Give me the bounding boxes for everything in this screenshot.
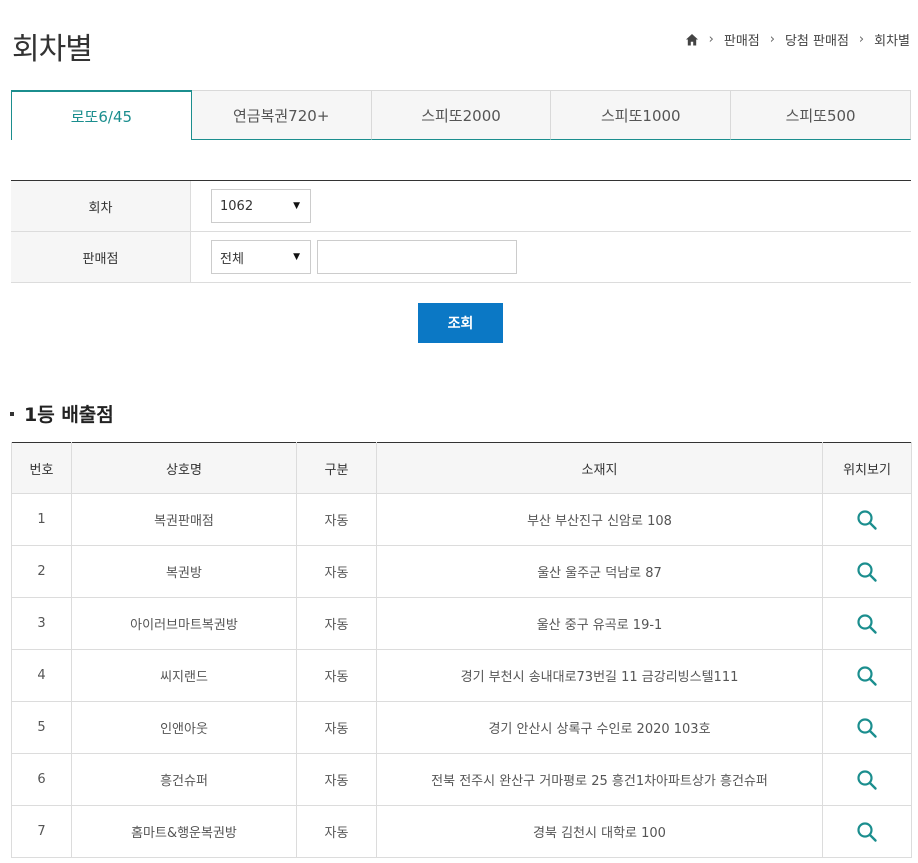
cell-type: 자동 <box>296 701 377 754</box>
cell-no: 5 <box>11 701 72 754</box>
table-row: 7 홈마트&행운복권방 자동 경북 김천시 대학로 100 <box>11 805 912 858</box>
breadcrumb-item[interactable]: 판매점 <box>724 30 760 49</box>
table-row: 2 복권방 자동 울산 울주군 덕남로 87 <box>11 545 912 598</box>
cell-address: 경기 안산시 상록구 수인로 2020 103호 <box>376 701 823 754</box>
cell-type: 자동 <box>296 805 377 858</box>
caret-down-icon: ▼ <box>293 201 300 211</box>
cell-address: 전북 전주시 완산구 거마평로 25 흥건1차아파트상가 흥건슈퍼 <box>376 753 823 806</box>
cell-no: 4 <box>11 649 72 702</box>
round-label: 회차 <box>11 181 191 231</box>
cell-type: 자동 <box>296 649 377 702</box>
search-icon[interactable] <box>856 717 878 739</box>
search-icon[interactable] <box>856 561 878 583</box>
cell-no: 7 <box>11 805 72 858</box>
store-filter-value: 전체 <box>220 251 244 267</box>
cell-type: 자동 <box>296 753 377 806</box>
store-name-input[interactable] <box>317 240 517 274</box>
cell-no: 1 <box>11 493 72 546</box>
tab-pension720[interactable]: 연금복권720+ <box>191 90 372 140</box>
bullet-icon <box>10 411 14 416</box>
cell-type: 자동 <box>296 545 377 598</box>
cell-address: 울산 중구 유곡로 19-1 <box>376 597 823 650</box>
cell-store-name: 홈마트&행운복권방 <box>71 805 297 858</box>
cell-address: 부산 부산진구 신암로 108 <box>376 493 823 546</box>
chevron-right-icon: › <box>769 32 775 47</box>
cell-type: 자동 <box>296 597 377 650</box>
section-title: 1등 배출점 <box>10 400 114 427</box>
table-row: 3 아이러브마트복권방 자동 울산 중구 유곡로 19-1 <box>11 597 912 650</box>
header-location: 위치보기 <box>822 442 912 494</box>
cell-location <box>822 597 912 650</box>
cell-store-name: 복권판매점 <box>71 493 297 546</box>
round-select[interactable]: 1062 ▼ <box>211 189 311 223</box>
table-row: 1 복권판매점 자동 부산 부산진구 신암로 108 <box>11 493 912 546</box>
search-icon[interactable] <box>856 821 878 843</box>
table-header-row: 번호 상호명 구분 소재지 위치보기 <box>11 442 912 494</box>
store-field: 전체 ▼ <box>191 232 911 282</box>
store-row: 판매점 전체 ▼ <box>11 232 911 283</box>
cell-address: 경북 김천시 대학로 100 <box>376 805 823 858</box>
cell-location <box>822 649 912 702</box>
cell-no: 2 <box>11 545 72 598</box>
winners-table: 번호 상호명 구분 소재지 위치보기 1 복권판매점 자동 부산 부산진구 신암로 1… <box>11 442 912 858</box>
header-store-name: 상호명 <box>71 442 297 494</box>
chevron-right-icon: › <box>858 32 865 47</box>
cell-location <box>822 753 912 806</box>
breadcrumb: › 판매점 › 당첨 판매점 › 회차별 <box>685 30 910 49</box>
tab-speetto1000[interactable]: 스피또1000 <box>551 90 732 140</box>
home-icon[interactable] <box>685 33 699 47</box>
cell-no: 6 <box>11 753 72 806</box>
caret-down-icon: ▼ <box>293 252 300 262</box>
header-type: 구분 <box>296 442 377 494</box>
header-address: 소재지 <box>376 442 823 494</box>
cell-address: 울산 울주군 덕남로 87 <box>376 545 823 598</box>
search-icon[interactable] <box>856 769 878 791</box>
cell-location <box>822 701 912 754</box>
table-row: 5 인앤아웃 자동 경기 안산시 상록구 수인로 2020 103호 <box>11 701 912 754</box>
cell-type: 자동 <box>296 493 377 546</box>
cell-location <box>822 545 912 598</box>
cell-store-name: 복권방 <box>71 545 297 598</box>
table-row: 6 흥건슈퍼 자동 전북 전주시 완산구 거마평로 25 흥건1차아파트상가 흥건슈퍼 <box>11 753 912 806</box>
search-icon[interactable] <box>856 665 878 687</box>
section-title-text: 1등 배출점 <box>24 404 114 426</box>
page-title: 회차별 <box>12 32 93 67</box>
search-form: 회차 1062 ▼ 판매점 전체 ▼ <box>11 180 911 283</box>
tab-speetto500[interactable]: 스피또500 <box>731 90 911 140</box>
round-select-value: 1062 <box>220 198 254 214</box>
round-row: 회차 1062 ▼ <box>11 181 911 232</box>
cell-address: 경기 부천시 송내대로73번길 11 금강리빙스텔111 <box>376 649 823 702</box>
search-icon[interactable] <box>856 613 878 635</box>
lottery-tabs: 로또6/45 연금복권720+ 스피또2000 스피또1000 스피또500 <box>11 90 911 140</box>
cell-store-name: 씨지랜드 <box>71 649 297 702</box>
search-button[interactable]: 조회 <box>418 303 503 343</box>
cell-location <box>822 805 912 858</box>
cell-store-name: 흥건슈퍼 <box>71 753 297 806</box>
tab-speetto2000[interactable]: 스피또2000 <box>371 90 552 140</box>
cell-store-name: 인앤아웃 <box>71 701 297 754</box>
store-label: 판매점 <box>11 232 191 282</box>
cell-location <box>822 493 912 546</box>
breadcrumb-item-current: 회차별 <box>874 34 910 49</box>
header-no: 번호 <box>11 442 72 494</box>
round-field: 1062 ▼ <box>191 181 911 231</box>
cell-store-name: 아이러브마트복권방 <box>71 597 297 650</box>
table-row: 4 씨지랜드 자동 경기 부천시 송내대로73번길 11 금강리빙스텔111 <box>11 649 912 702</box>
chevron-right-icon: › <box>708 32 714 47</box>
store-filter-select[interactable]: 전체 ▼ <box>211 240 311 274</box>
cell-no: 3 <box>11 597 72 650</box>
breadcrumb-item[interactable]: 당첨 판매점 <box>785 30 849 49</box>
search-icon[interactable] <box>856 509 878 531</box>
tab-lotto645[interactable]: 로또6/45 <box>11 90 192 140</box>
